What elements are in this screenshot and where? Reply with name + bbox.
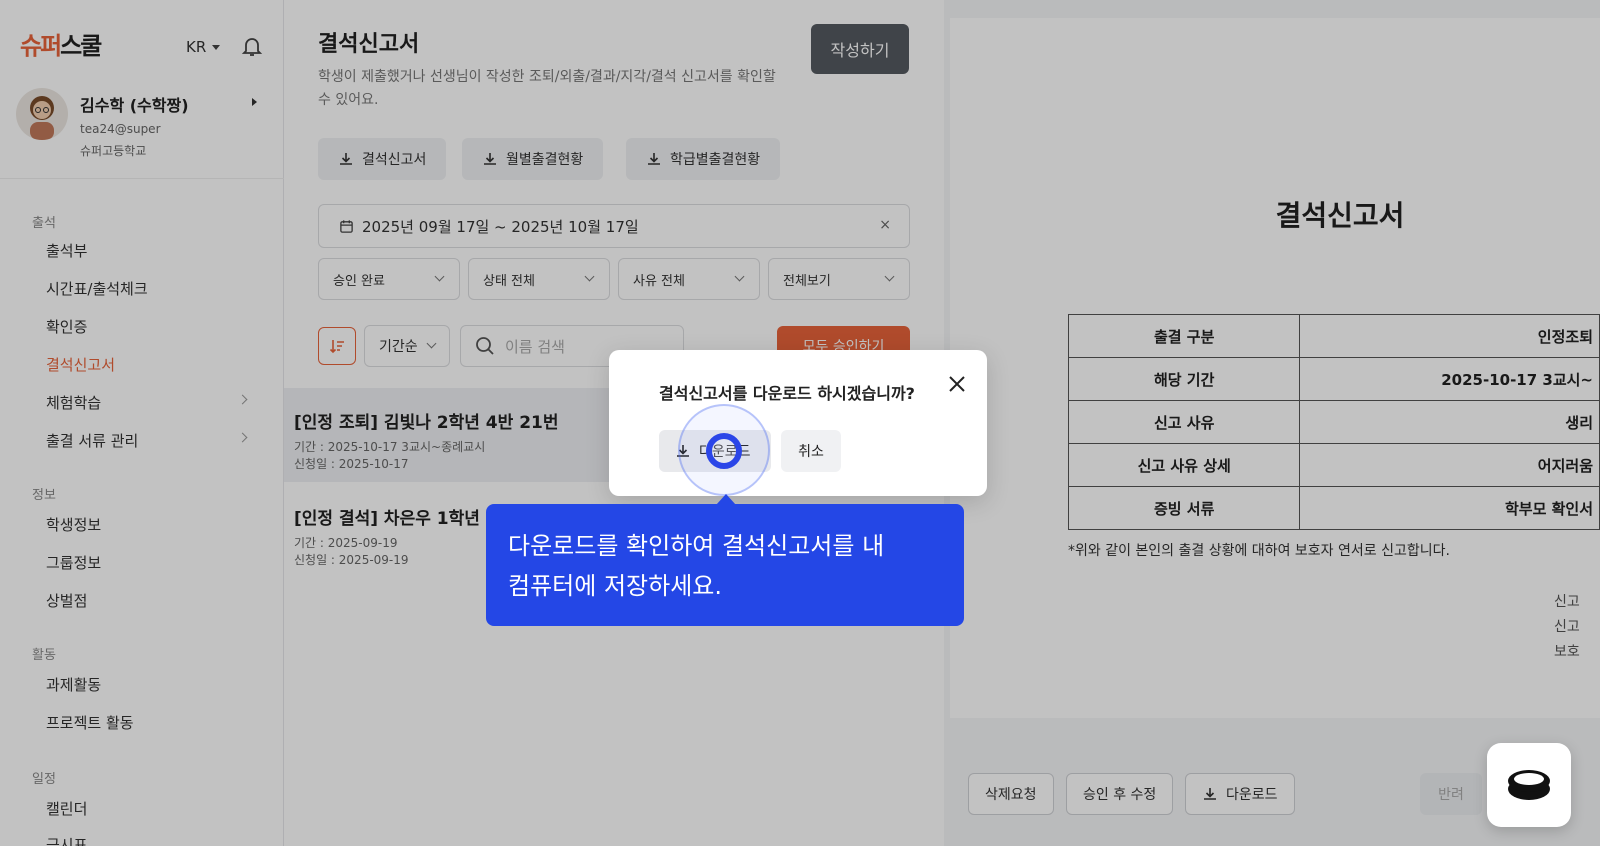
modal-question: 결석신고서를 다운로드 하시겠습니까? xyxy=(659,384,915,403)
download-confirm-modal: 결석신고서를 다운로드 하시겠습니까? 다운로드 취소 xyxy=(609,350,987,496)
chat-icon xyxy=(1508,770,1550,800)
guide-tooltip: 다운로드를 확인하여 결석신고서를 내 컴퓨터에 저장하세요. xyxy=(486,504,964,626)
chat-button[interactable] xyxy=(1487,743,1571,827)
click-target-indicator xyxy=(706,433,742,469)
close-icon[interactable] xyxy=(945,372,969,396)
modal-cancel-button[interactable]: 취소 xyxy=(781,430,841,472)
